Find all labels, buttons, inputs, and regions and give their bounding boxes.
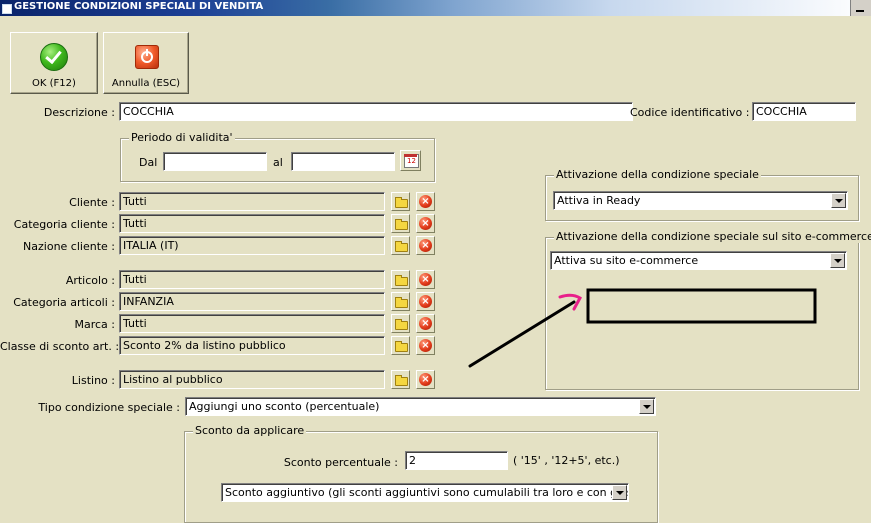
annotation-box xyxy=(586,288,817,324)
annotation-overlay xyxy=(468,288,817,368)
annotation-arrow-head xyxy=(558,293,582,311)
annotation-arrow-line xyxy=(468,300,576,368)
